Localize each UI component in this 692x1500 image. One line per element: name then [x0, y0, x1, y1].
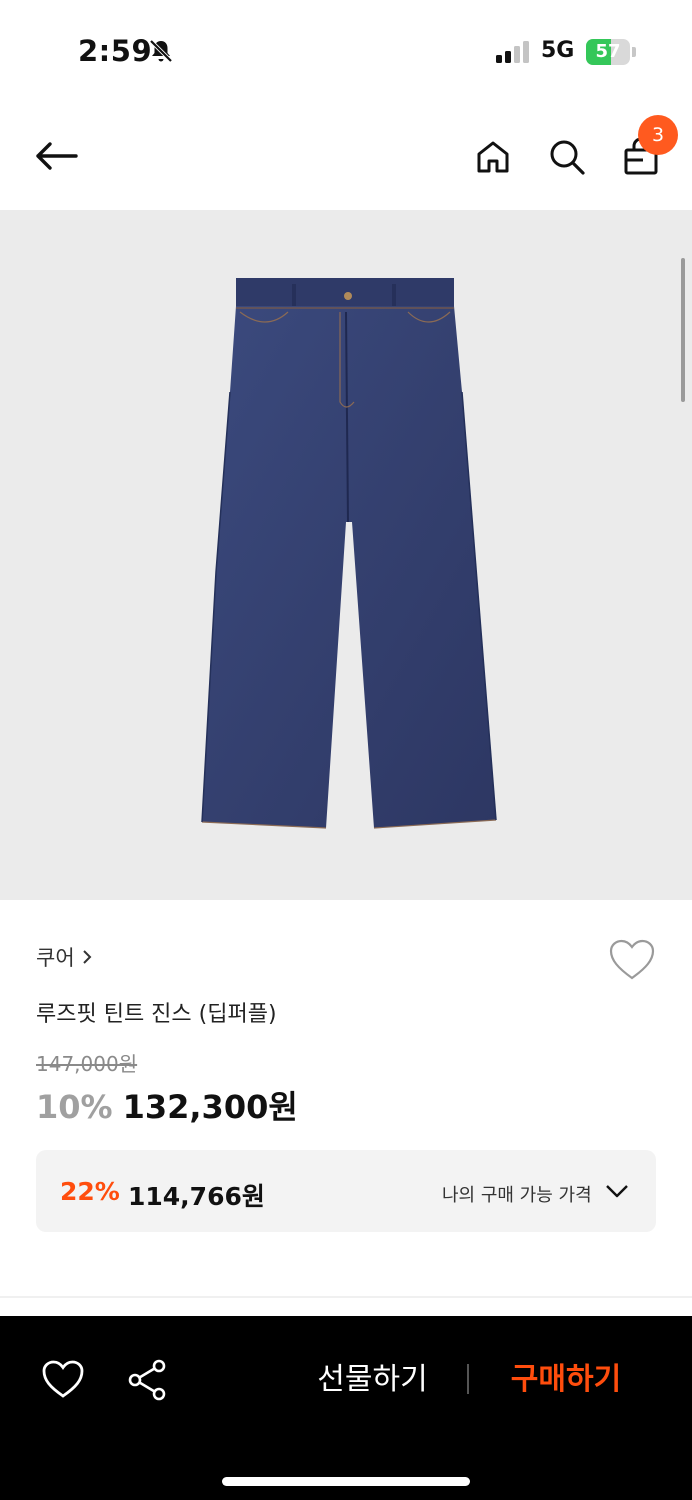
discount-rate: 10% [36, 1088, 113, 1126]
bell-muted-icon [149, 39, 173, 63]
status-bar: 2:59 5G 57 [0, 0, 692, 100]
home-button[interactable] [467, 131, 519, 183]
buy-button[interactable]: 구매하기 [492, 1356, 640, 1404]
battery-icon: 57 [586, 39, 636, 65]
home-icon [477, 141, 509, 173]
price-row: 10% 132,300원 [36, 1082, 298, 1128]
divider [0, 1296, 692, 1298]
heart-icon[interactable] [608, 938, 656, 982]
chevron-down-icon [606, 1185, 628, 1198]
brand-name: 쿠어 [36, 946, 75, 970]
top-nav [0, 110, 692, 206]
back-arrow-icon [36, 142, 78, 170]
product-image-jeans [201, 278, 497, 829]
back-button[interactable] [30, 130, 82, 182]
my-discount-rate: 22% [60, 1177, 120, 1206]
search-button[interactable] [541, 131, 593, 183]
network-label: 5G [541, 38, 575, 63]
product-name: 루즈핏 틴트 진스 (딥퍼플) [36, 1002, 277, 1027]
home-indicator [222, 1477, 470, 1486]
search-icon [550, 140, 585, 175]
my-price-dropdown[interactable]: 22% 114,766원 나의 구매 가능 가격 [36, 1150, 656, 1232]
bottom-action-bar: 선물하기 구매하기 [0, 1316, 692, 1500]
my-price: 114,766원 [128, 1182, 265, 1211]
share-icon[interactable] [126, 1358, 170, 1402]
my-price-label: 나의 구매 가능 가격 [442, 1185, 592, 1206]
scroll-indicator [681, 258, 685, 402]
battery-percent: 57 [595, 41, 621, 62]
chevron-right-icon [82, 950, 92, 964]
brand-link[interactable]: 쿠어 [36, 942, 93, 972]
wishlist-heart-icon[interactable] [40, 1358, 86, 1400]
status-time: 2:59 [78, 34, 153, 68]
sale-price: 132,300원 [122, 1088, 298, 1126]
signal-icon [496, 41, 529, 63]
original-price: 147,000원 [36, 1052, 138, 1076]
cart-count-badge: 3 [638, 115, 678, 155]
gift-button[interactable]: 선물하기 [300, 1356, 445, 1404]
button-separator [467, 1364, 469, 1394]
